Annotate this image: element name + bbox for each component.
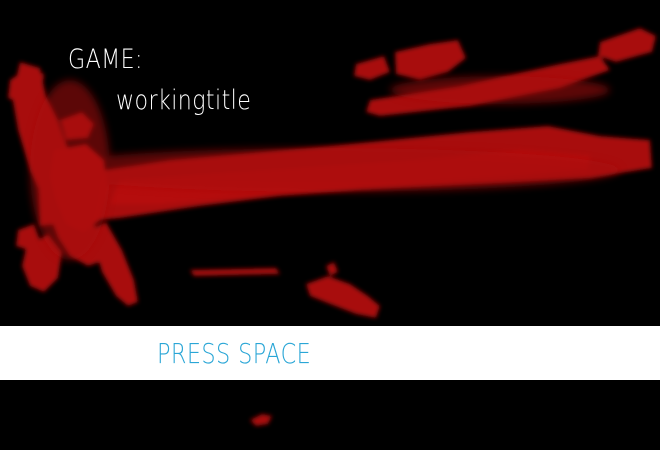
game-title-prefix: GAME: (68, 44, 143, 75)
title-screen: GAME: workingtitle PRESS SPACE (0, 0, 660, 450)
press-space-bar (0, 326, 660, 380)
press-space-prompt: PRESS SPACE (157, 337, 312, 370)
game-title: workingtitle (116, 85, 252, 116)
